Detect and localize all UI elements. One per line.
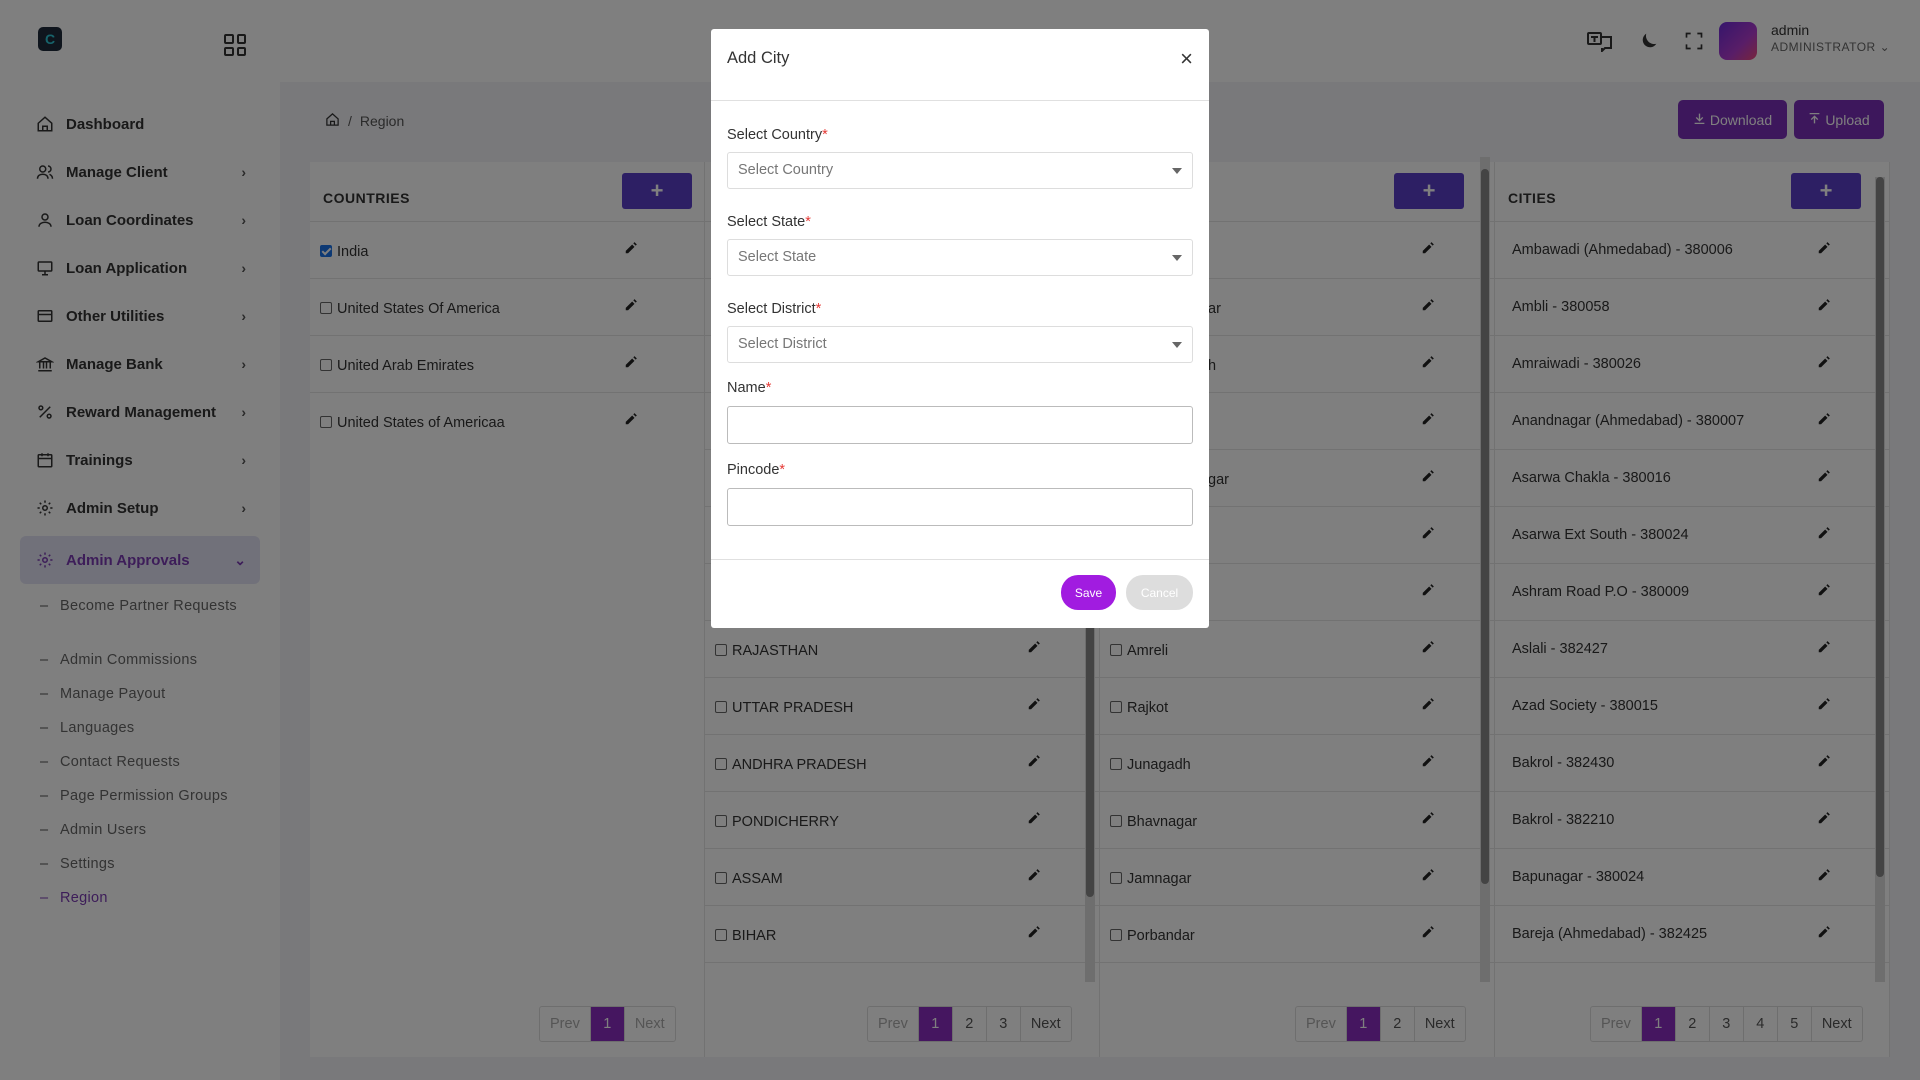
cancel-button[interactable]: Cancel: [1126, 575, 1193, 610]
caret-down-icon: [1172, 255, 1182, 261]
close-icon[interactable]: ×: [1180, 46, 1193, 72]
district-select[interactable]: Select District: [727, 326, 1193, 363]
add-city-modal: Add City × Select Country* Select Countr…: [711, 29, 1209, 628]
save-button[interactable]: Save: [1061, 575, 1116, 610]
pincode-input[interactable]: [727, 488, 1193, 526]
country-label: Select Country*: [727, 127, 828, 143]
modal-title: Add City: [727, 49, 790, 67]
divider: [711, 100, 1209, 101]
caret-down-icon: [1172, 168, 1182, 174]
country-select[interactable]: Select Country: [727, 152, 1193, 189]
pincode-label: Pincode*: [727, 462, 786, 478]
district-label: Select District*: [727, 301, 822, 317]
caret-down-icon: [1172, 342, 1182, 348]
state-label: Select State*: [727, 214, 811, 230]
state-select[interactable]: Select State: [727, 239, 1193, 276]
name-label: Name*: [727, 380, 772, 396]
name-input[interactable]: [727, 406, 1193, 444]
divider: [711, 559, 1209, 560]
